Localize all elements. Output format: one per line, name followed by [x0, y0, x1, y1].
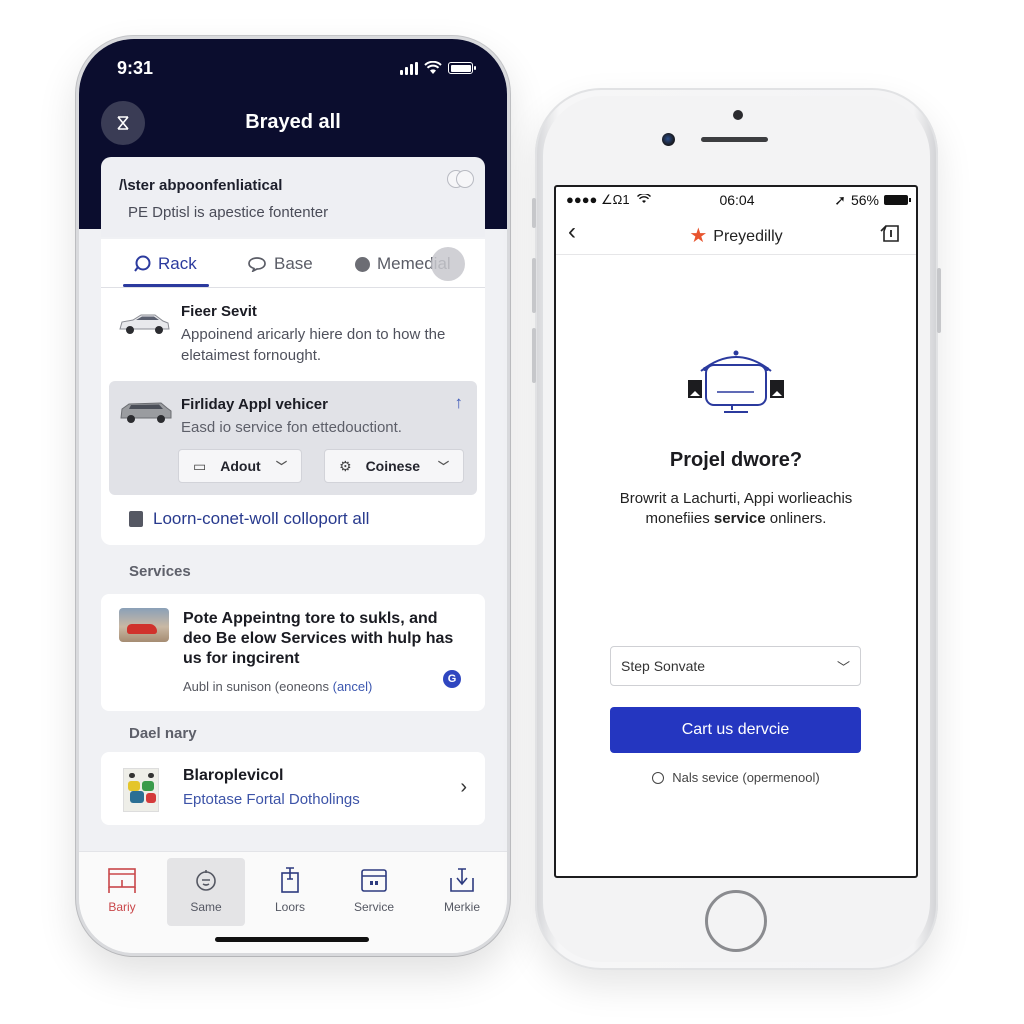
- list-item[interactable]: Fieer Sevit Appoinend aricarly hiere don…: [117, 299, 469, 369]
- left-phone: 9:31 Brayed all /\ster abpoonfenliatical…: [76, 36, 510, 956]
- calendar-icon: ▭: [193, 457, 207, 474]
- earpiece-speaker: [701, 137, 768, 142]
- chat-icon: [134, 255, 151, 272]
- item-text: Appoinend aricarly hiere don to how the …: [181, 326, 446, 364]
- item-text: Easd io service fon ettedouctiont.: [181, 419, 402, 436]
- calendar-icon: [361, 869, 387, 892]
- battery-icon: [448, 62, 476, 74]
- star-icon: ★: [689, 225, 708, 247]
- status-time: 9:31: [117, 57, 154, 78]
- nav-title: Preyedilly: [713, 228, 783, 245]
- wifi-icon: [424, 61, 442, 74]
- primary-cta-button[interactable]: Cart us dervcie: [610, 707, 861, 753]
- volume-up-button: [532, 258, 536, 313]
- tabbar-item-bariy[interactable]: Bariy: [83, 858, 161, 926]
- screen-description: Browrit a Lachurti, Appi worlieachis mon…: [619, 490, 853, 527]
- car-image: [120, 402, 172, 423]
- service-title: Pote Appeintng tore to sukls, and deo Be…: [183, 610, 454, 667]
- service-thumbnail: [119, 608, 169, 642]
- screen-heading: Projel dwore?: [669, 449, 803, 471]
- coinese-select[interactable]: ⚙ Coinese ﹀: [324, 449, 464, 483]
- service-subtitle: Aubl in sunison (eoneons: [183, 679, 333, 694]
- right-phone-screen: ●●●● ∠Ω1 06:04 ➚ 56% ‹ ★ Preyedilly Proj…: [554, 185, 918, 878]
- adout-select[interactable]: ▭ Adout ﹀: [178, 449, 302, 483]
- right-phone: ●●●● ∠Ω1 06:04 ➚ 56% ‹ ★ Preyedilly Proj…: [532, 88, 941, 970]
- clipboard-icon: [281, 867, 299, 893]
- monitor-illustration-icon: [688, 350, 784, 413]
- chevron-down-icon: ﹀: [836, 660, 850, 675]
- face-icon: [196, 870, 216, 891]
- volume-down-button: [532, 328, 536, 383]
- home-button[interactable]: [705, 890, 767, 952]
- tabbar-item-service[interactable]: Service: [335, 858, 413, 926]
- share-icon[interactable]: [880, 222, 902, 244]
- power-button: [937, 268, 941, 333]
- home-indicator: [215, 937, 369, 942]
- radio-icon: [652, 772, 665, 784]
- circle-icon: [355, 256, 370, 272]
- content-card: Rack Base Memedial Fieer Sevit Appoinend…: [101, 239, 485, 545]
- tab-rack[interactable]: Rack: [133, 254, 197, 274]
- app-logo: [123, 768, 159, 812]
- services-card[interactable]: Pote Appeintng tore to sukls, and deo Be…: [101, 594, 485, 711]
- page-title: Brayed all: [245, 111, 341, 133]
- front-camera: [662, 133, 675, 146]
- active-tab-indicator: [123, 284, 209, 287]
- left-phone-screen: 9:31 Brayed all /\ster abpoonfenliatical…: [79, 39, 507, 953]
- item-title: Fieer Sevit: [181, 303, 257, 320]
- mute-switch: [532, 198, 536, 228]
- notice-toggle[interactable]: [447, 170, 475, 188]
- nav-bar: ‹ ★ Preyedilly: [556, 211, 916, 255]
- status-time: 06:04: [719, 192, 755, 208]
- cancel-link[interactable]: (ancel): [333, 679, 373, 694]
- chevron-down-icon: ﹀: [438, 461, 449, 473]
- status-bar: 9:31: [117, 57, 476, 79]
- home-icon: [108, 868, 136, 893]
- tabbar-item-loors[interactable]: Loors: [251, 858, 329, 926]
- proximity-sensor: [733, 110, 743, 120]
- collapse-all-link[interactable]: Loorn-conet-woll colloport all: [129, 509, 369, 529]
- gear-icon: ⚙: [339, 457, 352, 474]
- speech-bubble-icon: [248, 257, 266, 272]
- arrow-up-icon[interactable]: ↑: [455, 393, 464, 413]
- notice-subtitle: PE Dptisl is apestice fontenter: [128, 204, 329, 221]
- battery-icon: [884, 195, 911, 205]
- chat-bubble-icon[interactable]: G: [443, 670, 461, 688]
- tabbar-item-same[interactable]: Same: [167, 858, 245, 926]
- document-icon: [129, 511, 143, 527]
- tab-bar: Rack Base Memedial: [101, 239, 485, 288]
- section-label-daily: Dael nary: [129, 725, 197, 742]
- touch-ripple: [431, 247, 465, 281]
- car-image: [119, 314, 170, 334]
- item-title: Firliday Appl vehicer: [181, 396, 328, 413]
- chevron-down-icon: ﹀: [276, 461, 287, 473]
- daily-card[interactable]: Blaroplevicol Eptotase Fortal Dotholings…: [101, 752, 485, 825]
- optional-service-radio[interactable]: Nals sevice (opermenool): [556, 770, 916, 785]
- step-select[interactable]: Step Sonvate ﹀: [610, 646, 861, 686]
- status-bar: ●●●● ∠Ω1 06:04 ➚ 56%: [566, 191, 911, 209]
- chevron-right-icon: ›: [460, 776, 467, 798]
- download-icon: [450, 868, 474, 892]
- notice-title: /\ster abpoonfenliatical: [119, 177, 283, 194]
- list-item-selected[interactable]: Firliday Appl vehicer Easd io service fo…: [109, 381, 477, 495]
- tab-base[interactable]: Base: [247, 254, 313, 274]
- notice-card: /\ster abpoonfenliatical PE Dptisl is ap…: [101, 157, 485, 237]
- signal-icon: [400, 61, 418, 75]
- tabbar-item-merkie[interactable]: Merkie: [423, 858, 501, 926]
- daily-title: Blaroplevicol: [183, 767, 284, 784]
- daily-subtitle: Eptotase Fortal Dotholings: [183, 791, 360, 808]
- section-label-services: Services: [129, 563, 191, 580]
